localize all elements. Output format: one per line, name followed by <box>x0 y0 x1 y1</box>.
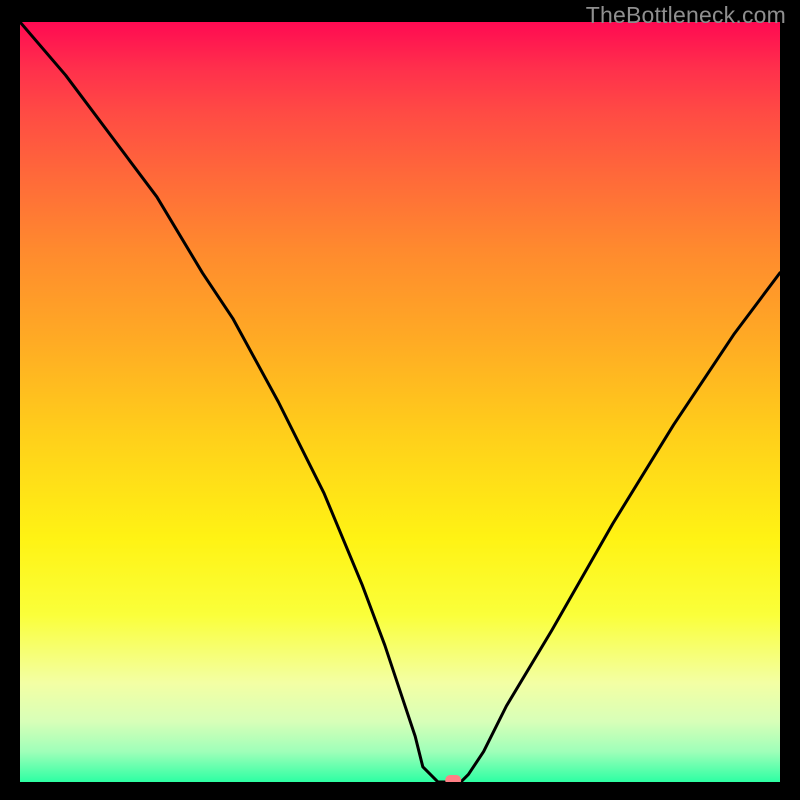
min-marker <box>445 775 461 782</box>
chart-overlay <box>20 22 780 782</box>
watermark-text: TheBottleneck.com <box>586 2 786 29</box>
chart-frame: TheBottleneck.com <box>0 0 800 800</box>
bottleneck-curve <box>20 22 780 782</box>
